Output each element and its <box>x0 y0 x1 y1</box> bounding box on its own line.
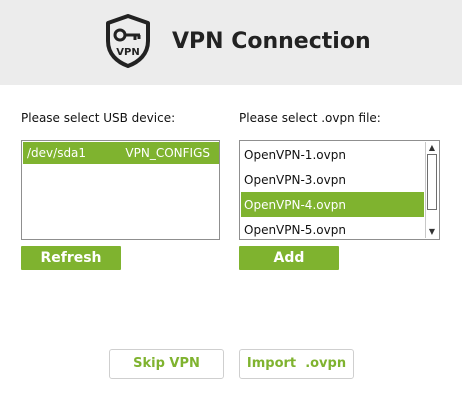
skip-vpn-button[interactable]: Skip VPN <box>109 349 224 379</box>
scroll-up-arrow-icon[interactable]: ▲ <box>426 142 438 154</box>
scrollbar-thumb[interactable] <box>427 154 437 210</box>
usb-device-label: Please select USB device: <box>21 111 176 125</box>
ovpn-file-list[interactable]: OpenVPN-1.ovpn OpenVPN-3.ovpn OpenVPN-4.… <box>239 140 440 240</box>
add-button[interactable]: Add <box>239 246 339 270</box>
usb-device-row[interactable]: /dev/sda1 VPN_CONFIGS <box>23 142 219 164</box>
import-ovpn-button[interactable]: Import .ovpn <box>239 349 354 379</box>
usb-device-path: /dev/sda1 <box>27 146 87 160</box>
header-bar: VPN VPN Connection <box>0 0 462 85</box>
ovpn-file-item[interactable]: OpenVPN-5.ovpn <box>241 217 424 239</box>
vpn-shield-icon: VPN <box>106 14 150 68</box>
logo-text: VPN <box>116 47 139 58</box>
usb-device-name: VPN_CONFIGS <box>125 146 210 160</box>
ovpn-list-scrollbar[interactable]: ▲ ▼ <box>425 142 438 238</box>
ovpn-file-item[interactable]: OpenVPN-1.ovpn <box>241 142 424 167</box>
usb-device-list[interactable]: /dev/sda1 VPN_CONFIGS <box>21 140 220 240</box>
scroll-down-arrow-icon[interactable]: ▼ <box>426 226 438 238</box>
refresh-button[interactable]: Refresh <box>21 246 121 270</box>
page-title: VPN Connection <box>172 29 371 54</box>
ovpn-file-item-selected[interactable]: OpenVPN-4.ovpn <box>241 192 424 217</box>
ovpn-file-item[interactable]: OpenVPN-3.ovpn <box>241 167 424 192</box>
ovpn-file-label: Please select .ovpn file: <box>239 111 381 125</box>
